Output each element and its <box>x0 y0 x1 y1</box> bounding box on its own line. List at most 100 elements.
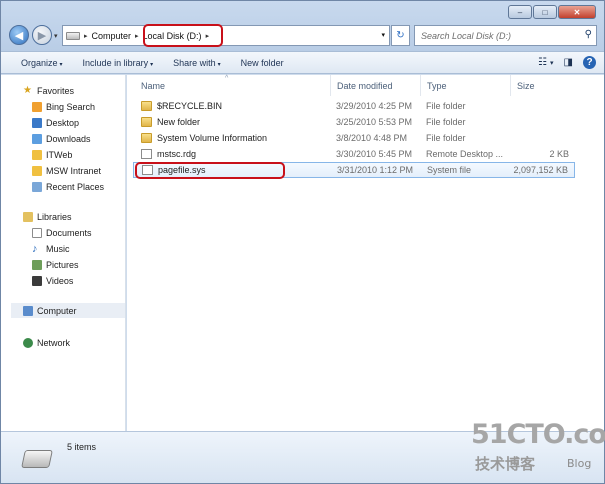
search-input[interactable]: Search Local Disk (D:) ⚲ <box>414 25 597 46</box>
file-name: $RECYCLE.BIN <box>157 101 223 111</box>
nav-item-itweb[interactable]: ITWeb <box>32 148 72 161</box>
change-view-icon[interactable]: ☷ <box>538 57 547 68</box>
watermark-brand: 51CTO.com <box>471 419 605 450</box>
file-type: Remote Desktop ... <box>426 149 504 159</box>
chevron-right-icon[interactable]: ▸ <box>135 32 139 40</box>
share-with-button[interactable]: Share with ▾ <box>173 58 221 68</box>
annotation-highlight-address <box>143 24 223 47</box>
nav-item-desktop[interactable]: Desktop <box>32 116 79 129</box>
nav-item-label: ITWeb <box>46 149 73 160</box>
file-name: New folder <box>157 117 201 127</box>
sort-ascending-icon: ^ <box>225 75 229 82</box>
star-icon: ★ <box>23 84 32 96</box>
folder-icon <box>141 117 152 127</box>
nav-item-pictures[interactable]: Pictures <box>32 258 79 271</box>
nav-favorites[interactable]: ★ Favorites <box>23 84 74 97</box>
chevron-down-icon: ▾ <box>150 61 154 68</box>
nav-libraries[interactable]: Libraries <box>23 210 72 223</box>
documents-icon <box>32 227 42 238</box>
title-bar: – □ ✕ ◀ ▶ ▾ ▸ Computer ▸ Local Disk (D:)… <box>1 1 604 51</box>
nav-network[interactable]: Network <box>23 336 70 349</box>
preview-pane-icon[interactable]: ◨ <box>564 57 573 68</box>
file-row[interactable]: System Volume Information 3/8/2010 4:48 … <box>133 130 575 146</box>
file-type: File folder <box>426 133 466 143</box>
watermark-blog: Blog <box>567 457 592 470</box>
column-header-name[interactable]: Name ^ <box>135 75 331 96</box>
nav-computer[interactable]: Computer <box>23 304 77 317</box>
bing-search-icon <box>32 101 42 112</box>
file-type: File folder <box>426 117 466 127</box>
drive-icon <box>21 450 53 468</box>
nav-item-label: Pictures <box>46 259 79 270</box>
annotation-highlight-pagefile <box>135 162 285 179</box>
forward-button[interactable]: ▶ <box>32 25 52 45</box>
nav-libraries-label: Libraries <box>37 211 72 222</box>
file-type: System file <box>427 165 472 175</box>
nav-item-documents[interactable]: Documents <box>32 226 92 239</box>
address-dropdown-icon[interactable]: ▾ <box>381 31 385 39</box>
folder-icon <box>141 133 152 143</box>
explorer-window: – □ ✕ ◀ ▶ ▾ ▸ Computer ▸ Local Disk (D:)… <box>0 0 605 484</box>
file-size: 2,097,152 KB <box>513 165 568 175</box>
file-date: 3/31/2010 1:12 PM <box>337 165 414 175</box>
videos-icon <box>32 275 42 286</box>
nav-network-label: Network <box>37 337 71 348</box>
navigation-pane: ★ Favorites Bing Search Desktop Download… <box>1 75 126 431</box>
computer-icon <box>23 305 33 316</box>
organize-label: Organize <box>21 57 58 68</box>
nav-item-label: Bing Search <box>46 101 96 112</box>
column-header-size[interactable]: Size <box>511 75 571 96</box>
include-in-library-label: Include in library <box>82 57 149 68</box>
nav-item-msw-intranet[interactable]: MSW Intranet <box>32 164 101 177</box>
file-type: File folder <box>426 101 466 111</box>
nav-item-label: Recent Places <box>46 181 105 192</box>
file-date: 3/8/2010 4:48 PM <box>336 133 408 143</box>
desktop-icon <box>32 117 42 128</box>
nav-item-label: Documents <box>46 227 92 238</box>
close-button[interactable]: ✕ <box>558 5 596 19</box>
file-date: 3/30/2010 5:45 PM <box>336 149 413 159</box>
nav-item-downloads[interactable]: Downloads <box>32 132 91 145</box>
chevron-right-icon[interactable]: ▸ <box>84 32 88 40</box>
organize-button[interactable]: Organize ▾ <box>21 58 63 68</box>
nav-item-music[interactable]: ♪ Music <box>32 242 70 255</box>
file-date: 3/25/2010 5:53 PM <box>336 117 413 127</box>
help-icon[interactable]: ? <box>583 56 596 69</box>
recent-pages-dropdown[interactable]: ▾ <box>54 32 58 40</box>
item-count: 5 items <box>67 442 97 452</box>
watermark-chinese: 技术博客 <box>475 455 536 473</box>
address-bar[interactable]: ▸ Computer ▸ Local Disk (D:) ▸ ▾ <box>62 24 390 47</box>
network-icon <box>23 337 33 348</box>
back-button[interactable]: ◀ <box>9 25 29 45</box>
command-bar: Organize ▾ Include in library ▾ Share with… <box>1 51 604 74</box>
file-date: 3/29/2010 4:25 PM <box>336 101 413 111</box>
window-controls: – □ ✕ <box>507 5 596 19</box>
downloads-icon <box>32 133 42 144</box>
file-row[interactable]: New folder 3/25/2010 5:53 PM File folder <box>133 114 575 130</box>
include-in-library-button[interactable]: Include in library ▾ <box>83 58 154 68</box>
column-header-date-modified[interactable]: Date modified <box>331 75 421 96</box>
chevron-down-icon[interactable]: ▾ <box>550 59 554 67</box>
file-row[interactable]: $RECYCLE.BIN 3/29/2010 4:25 PM File fold… <box>133 98 575 114</box>
file-list: Name ^ Date modified Type Size $RECYCLE.… <box>127 75 604 431</box>
file-name: System Volume Information <box>157 133 268 143</box>
folder-icon <box>141 101 152 111</box>
file-row[interactable]: mstsc.rdg 3/30/2010 5:45 PM Remote Deskt… <box>133 146 575 162</box>
maximize-button[interactable]: □ <box>533 5 557 19</box>
refresh-button[interactable]: ↻ <box>391 25 410 46</box>
breadcrumb-computer[interactable]: Computer <box>92 31 132 41</box>
nav-item-label: Music <box>46 243 70 254</box>
nav-item-videos[interactable]: Videos <box>32 274 73 287</box>
nav-item-recent-places[interactable]: Recent Places <box>32 180 104 193</box>
file-size: 2 KB <box>549 149 569 159</box>
libraries-icon <box>23 211 33 222</box>
column-header-type[interactable]: Type <box>421 75 511 96</box>
drive-icon <box>66 31 80 40</box>
nav-item-bing-search[interactable]: Bing Search <box>32 100 95 113</box>
nav-favorites-label: Favorites <box>37 85 75 96</box>
search-icon[interactable]: ⚲ <box>585 29 592 40</box>
nav-item-label: Desktop <box>46 117 80 128</box>
new-folder-button[interactable]: New folder <box>241 58 284 68</box>
itweb-icon <box>32 149 42 160</box>
minimize-button[interactable]: – <box>508 5 532 19</box>
